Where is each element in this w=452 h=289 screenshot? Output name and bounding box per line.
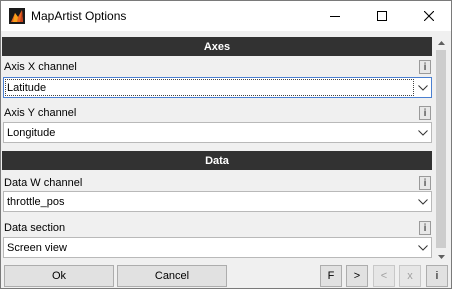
vertical-scrollbar[interactable] <box>434 36 448 264</box>
minimize-icon <box>329 16 340 17</box>
close-icon <box>423 11 434 21</box>
prev-button[interactable]: < <box>373 265 395 287</box>
data-w-value: throttle_pos <box>7 196 65 208</box>
scroll-down-icon[interactable] <box>434 250 448 264</box>
maximize-icon <box>376 11 387 21</box>
chevron-down-icon[interactable] <box>415 238 431 257</box>
data-section-info-button[interactable]: i <box>419 221 431 235</box>
axis-x-info-button[interactable]: i <box>419 60 431 74</box>
section-header-data: Data <box>2 151 432 170</box>
chevron-down-icon[interactable] <box>415 78 431 97</box>
close-button[interactable] <box>406 1 451 31</box>
data-w-info-button[interactable]: i <box>419 176 431 190</box>
data-section-select[interactable]: Screen view <box>3 237 432 258</box>
window-title: MapArtist Options <box>31 9 127 23</box>
axis-x-label: Axis X channel <box>4 61 77 73</box>
info-button[interactable]: i <box>426 265 448 287</box>
axis-y-value: Longitude <box>7 127 56 139</box>
scroll-up-icon[interactable] <box>434 36 448 50</box>
axis-y-select[interactable]: Longitude <box>3 122 432 143</box>
cancel-button[interactable]: Cancel <box>117 265 227 287</box>
focus-ring <box>5 79 414 96</box>
next-button[interactable]: > <box>346 265 368 287</box>
mapartist-app-icon <box>9 8 25 24</box>
axis-x-select[interactable]: Latitude <box>3 77 432 98</box>
data-section-value: Screen view <box>7 242 67 254</box>
axis-y-label: Axis Y channel <box>4 107 77 119</box>
scroll-thumb[interactable] <box>436 50 446 248</box>
options-window: MapArtist Options Axes Axis X channel i … <box>0 0 452 289</box>
data-section-label: Data section <box>4 222 66 234</box>
title-bar[interactable]: MapArtist Options <box>1 1 451 31</box>
axis-y-info-button[interactable]: i <box>419 106 431 120</box>
data-w-select[interactable]: throttle_pos <box>3 191 432 212</box>
options-panel: Axes Axis X channel i Latitude Axis Y ch… <box>2 36 432 264</box>
chevron-down-icon[interactable] <box>415 192 431 211</box>
ok-button[interactable]: Ok <box>4 265 114 287</box>
f-button[interactable]: F <box>320 265 342 287</box>
x-button[interactable]: x <box>399 265 421 287</box>
data-w-label: Data W channel <box>4 177 83 189</box>
chevron-down-icon[interactable] <box>415 123 431 142</box>
maximize-button[interactable] <box>359 1 404 31</box>
minimize-button[interactable] <box>312 1 357 31</box>
axis-x-value: Latitude <box>7 82 47 94</box>
section-header-axes: Axes <box>2 37 432 56</box>
